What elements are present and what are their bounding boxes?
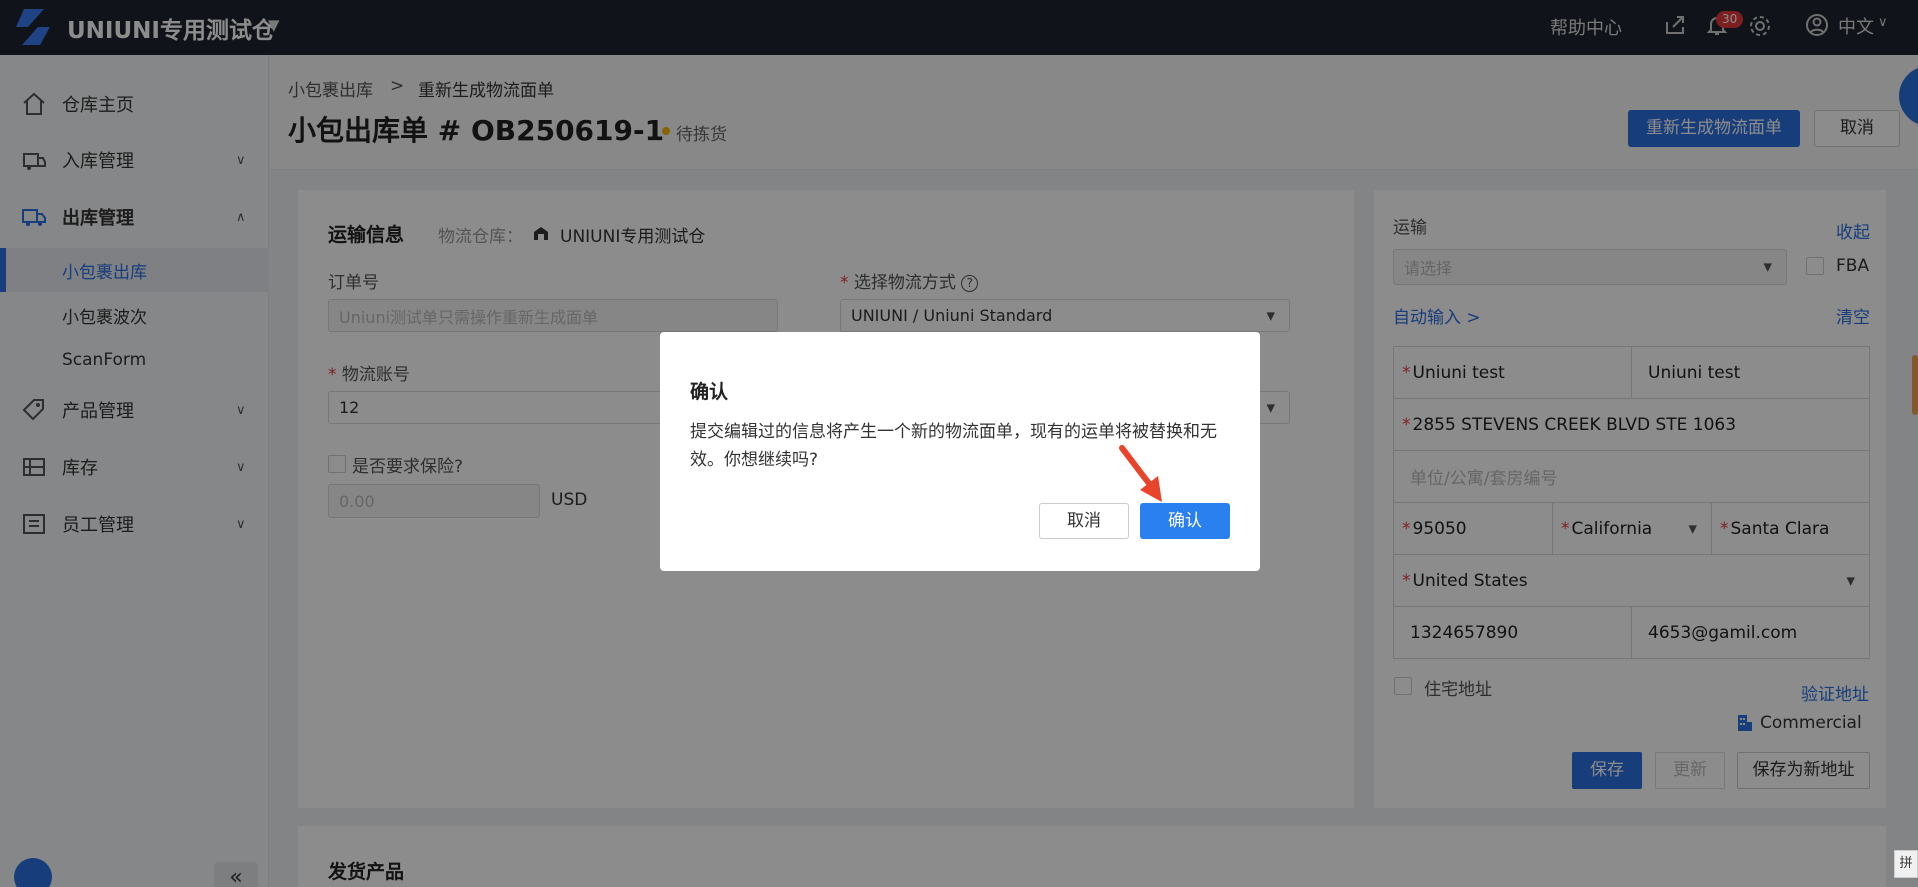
pointer-arrow-icon [1119,445,1162,502]
ime-indicator: 拼 [1894,850,1918,878]
confirm-dialog: 确认 提交编辑过的信息将产生一个新的物流面单，现有的运单将被替换和无效。你想继续… [660,332,1260,571]
dialog-title: 确认 [690,381,729,403]
dialog-confirm-button[interactable]: 确认 [1140,503,1230,539]
dialog-cancel-button[interactable]: 取消 [1039,503,1129,539]
